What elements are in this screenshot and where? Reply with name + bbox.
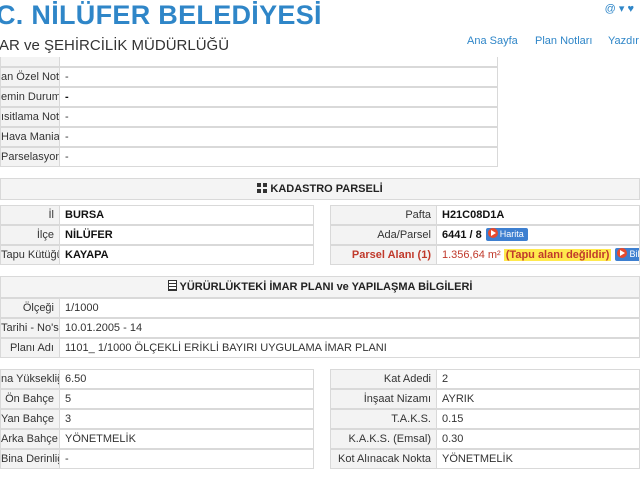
municipality-title: C. NİLÜFER BELEDİYESİ [0,0,322,30]
nav-plan-notes-link[interactable]: Plan Notları [535,35,592,47]
page-header: C. NİLÜFER BELEDİYESİ AR ve ŞEHİRCİLİK M… [0,0,640,64]
table-row: ısitlama Notu - [0,107,498,127]
table-row: Pafta H21C08D1A [330,205,640,225]
table-row: emin Durumu - [0,87,498,107]
play-icon [617,248,628,258]
parcel-area-label: Parsel Alanı [351,249,415,261]
table-row: Parsel Alanı (1) 1.356,64 m² (Tapu alanı… [330,245,640,265]
table-row: Arka Bahçe YÖNETMELİK [0,429,314,449]
table-row [0,57,498,67]
footnote-marker: (1) [417,249,431,261]
harita-button[interactable]: Harita [485,228,528,241]
imar-section-heading: YÜRÜRLÜKTEKİ İMAR PLANI ve YAPILAŞMA BİL… [0,276,640,298]
nav-print-link[interactable]: Yazdır [608,35,639,47]
table-row: Ölçeği 1/1000 [0,298,640,318]
table-row: Ada/Parsel 6441 / 8 Harita [330,225,640,245]
table-row: Tarihi - No'su 10.01.2005 - 14 [0,318,640,338]
table-row: İnşaat Nizamı AYRIK [330,389,640,409]
table-row: Planı Adı 1101_ 1/1000 ÖLÇEKLİ ERİKLİ BA… [0,338,640,358]
table-row: Hava Mania - [0,127,498,147]
nav-home-link[interactable]: Ana Sayfa [467,35,518,47]
table-row: na Yüksekliği 6.50 [0,369,314,389]
table-row: Yan Bahçe 3 [0,409,314,429]
bilgi-button[interactable]: Bilgi [615,248,639,261]
social-icons[interactable]: @ ▾ ♥ [605,2,634,15]
table-row: T.A.K.S. 0.15 [330,409,640,429]
kadastro-section-heading: KADASTRO PARSELİ [0,178,640,200]
play-icon [487,228,498,238]
table-row: Bina Derinliği - [0,449,314,469]
table-row: Kat Adedi 2 [330,369,640,389]
document-icon [167,280,177,291]
parcel-area-value: 1.356,64 m² [442,249,501,261]
ada-parsel-value: 6441 / 8 [442,229,482,241]
table-row: Kot Alınacak Nokta YÖNETMELİK [330,449,640,469]
table-row: Tapu Kütüğü KAYAPA [0,245,314,265]
table-row: an Özel Notu - [0,67,498,87]
table-row: Parselasyon - [0,147,498,167]
table-row: Ön Bahçe 5 [0,389,314,409]
table-row: İl BURSA [0,205,314,225]
department-subtitle: AR ve ŞEHİRCİLİK MÜDÜRLÜĞÜ [0,37,230,54]
table-row: İlçe NİLÜFER [0,225,314,245]
grid-icon [257,183,268,193]
tapu-warning: (Tapu alanı değildir) [503,249,612,261]
table-row: K.A.K.S. (Emsal) 0.30 [330,429,640,449]
